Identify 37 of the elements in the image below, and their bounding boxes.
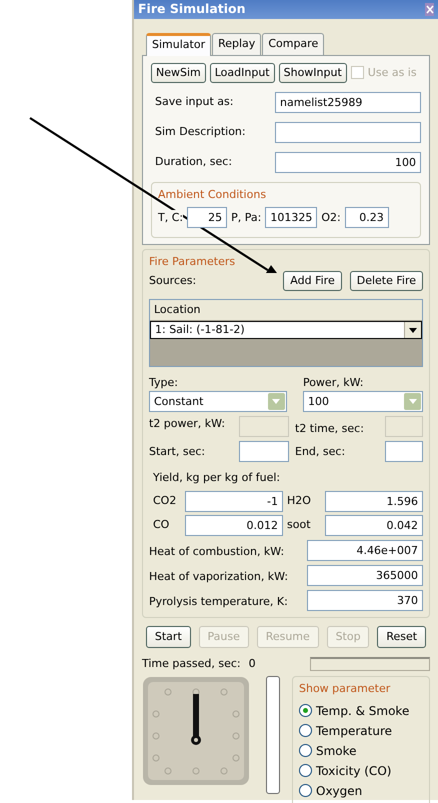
time-label: Time passed, sec: [142, 656, 241, 672]
input-field[interactable]: 101325 [265, 207, 318, 228]
action-button[interactable]: Delete Fire [350, 270, 423, 291]
input-field[interactable]: 100 [275, 152, 421, 173]
input-field[interactable]: namelist25989 [275, 92, 421, 113]
field-label: Power, kW: [302, 374, 365, 391]
sources-list[interactable]: Location 1: Sail: (-1-81-2) [149, 298, 423, 367]
dropdown[interactable]: 1: Sail: (-1-81-2) [150, 321, 422, 340]
dropdown[interactable]: Constant [149, 391, 287, 412]
input-field[interactable]: 370 [307, 590, 423, 611]
group-title: Fire Parameters [149, 254, 236, 270]
input-field[interactable]: 25 [187, 207, 228, 228]
input-field[interactable]: -1 [185, 490, 283, 512]
dropdown[interactable]: 100 [302, 391, 424, 412]
toolbar-button[interactable]: LoadInput [210, 62, 275, 83]
tab[interactable]: Replay [212, 33, 262, 55]
group-title: Ambient Conditions [158, 186, 268, 203]
control-button[interactable]: Reset [377, 626, 426, 648]
toolbar-button[interactable]: NewSim [151, 62, 206, 83]
radio-option[interactable]: Oxygen [299, 782, 423, 800]
action-button[interactable]: Add Fire [283, 270, 342, 291]
input-field[interactable]: 365000 [307, 564, 423, 586]
tab[interactable]: Compare [262, 33, 324, 55]
input-field[interactable]: 4.46e+007 [307, 540, 423, 561]
tab[interactable]: Simulator [146, 33, 212, 56]
control-button[interactable]: Start [146, 626, 191, 648]
group-title: Show parameter [299, 681, 392, 698]
toolbar-button[interactable]: ShowInput [278, 62, 347, 83]
section-label: Yield, kg per kg of fuel: [152, 470, 282, 486]
window-title: Fire Simulation [138, 0, 246, 18]
field-label: Type: [149, 374, 179, 391]
input-field[interactable]: 1.596 [325, 490, 423, 512]
radio-option[interactable]: Smoke [299, 742, 423, 760]
input-field[interactable]: 0.042 [325, 514, 423, 536]
column-header: Location [150, 300, 422, 322]
input-field[interactable]: 0.012 [185, 514, 283, 536]
input-field[interactable]: 0.23 [344, 207, 389, 228]
